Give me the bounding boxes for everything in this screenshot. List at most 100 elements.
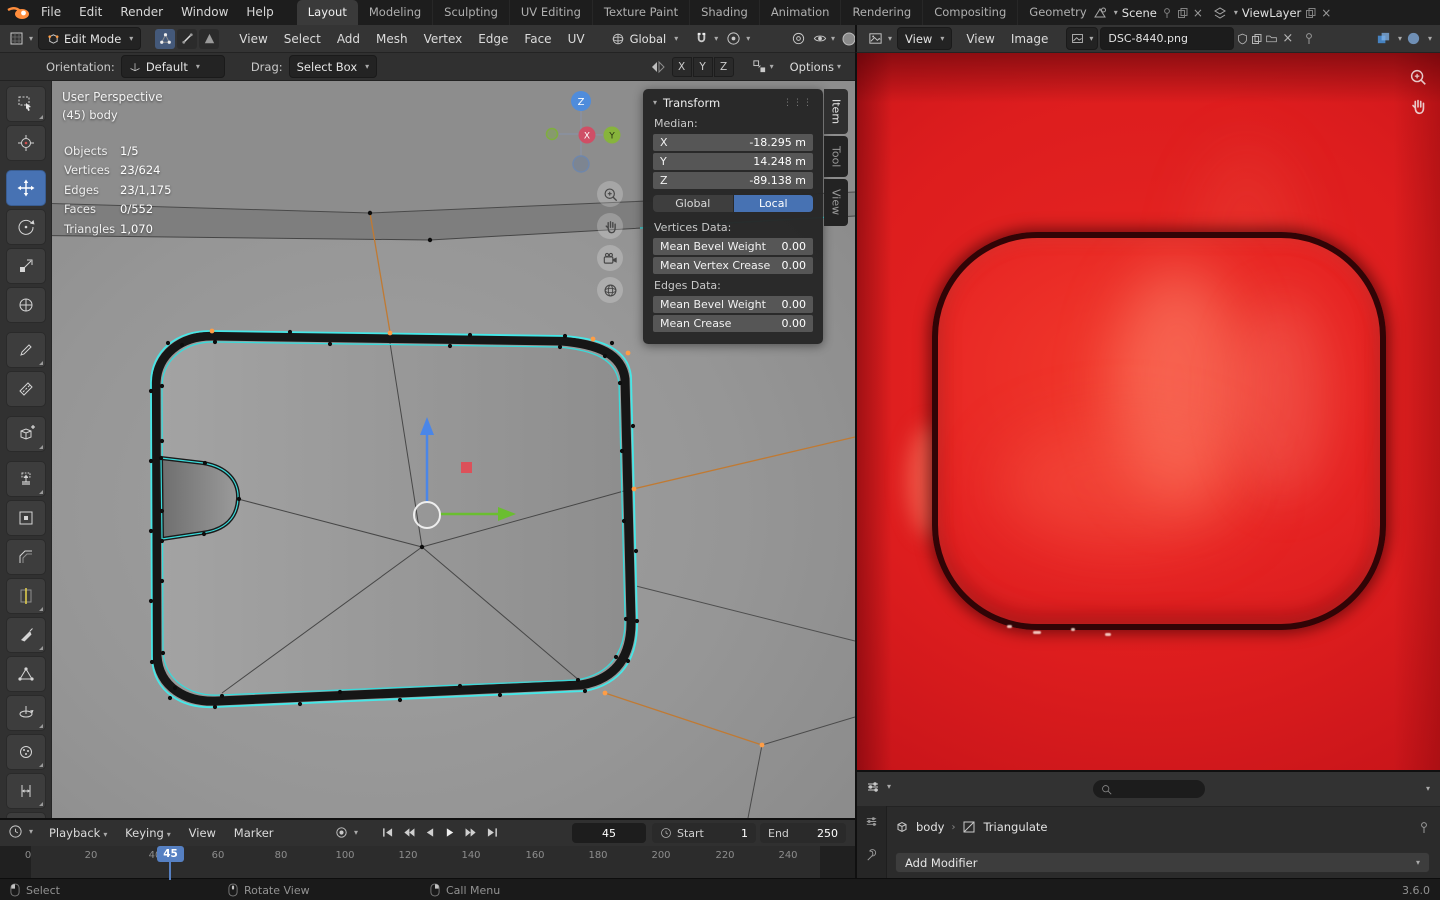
- editor-type-properties[interactable]: ▾: [865, 779, 891, 795]
- perspective-toggle-button[interactable]: [597, 277, 623, 303]
- mirror-z-button[interactable]: Z: [713, 56, 734, 77]
- menu-keying[interactable]: Keying ▾: [118, 820, 178, 846]
- current-frame-field[interactable]: 45: [572, 823, 646, 843]
- tool-edge-slide[interactable]: [5, 773, 46, 809]
- mirror-x-button[interactable]: X: [671, 56, 692, 77]
- menu-help[interactable]: Help: [237, 0, 282, 25]
- mean-bevel-weight-edge-field[interactable]: Mean Bevel Weight 0.00: [653, 296, 813, 313]
- next-keyframe-button[interactable]: [462, 823, 481, 842]
- menu-uv[interactable]: UV: [560, 32, 593, 46]
- auto-key-cluster[interactable]: ▾: [334, 825, 358, 840]
- properties-search[interactable]: [1093, 780, 1205, 798]
- global-space-button[interactable]: Global: [653, 195, 733, 212]
- display-mode-dropdown[interactable]: View ▾: [897, 27, 953, 50]
- play-reverse-button[interactable]: [420, 823, 439, 842]
- fake-user-shield-icon[interactable]: [1236, 32, 1249, 46]
- breadcrumb-modifier[interactable]: Triangulate: [983, 820, 1047, 834]
- workspace-tab-texture-paint[interactable]: Texture Paint: [593, 0, 691, 25]
- jump-to-end-button[interactable]: [483, 823, 502, 842]
- menu-select[interactable]: Select: [276, 32, 329, 46]
- snap-cluster[interactable]: ▾: [694, 31, 718, 46]
- collapse-icon[interactable]: ▾: [653, 99, 657, 107]
- image-browse-button[interactable]: ▾: [1066, 27, 1099, 50]
- menu-playback[interactable]: Playback ▾: [42, 820, 114, 846]
- copy-icon[interactable]: [1177, 7, 1189, 19]
- drag-handle-icon[interactable]: ⋮⋮⋮: [783, 98, 813, 108]
- menu-vertex[interactable]: Vertex: [416, 32, 471, 46]
- tool-cursor[interactable]: [5, 125, 46, 161]
- drag-mode-dropdown[interactable]: Select Box ▾: [288, 55, 378, 78]
- overlays-toggle[interactable]: ▾: [812, 31, 835, 46]
- tool-annotate[interactable]: [5, 332, 46, 368]
- copy-icon[interactable]: [1305, 7, 1317, 19]
- options-dropdown[interactable]: Options ▾: [790, 60, 841, 74]
- tool-poly-build[interactable]: [5, 656, 46, 692]
- image-editor-canvas[interactable]: [855, 53, 1440, 770]
- tool-smooth[interactable]: [5, 734, 46, 770]
- workspace-tab-modeling[interactable]: Modeling: [358, 0, 434, 25]
- tool-measure[interactable]: [5, 371, 46, 407]
- camera-view-button[interactable]: [597, 245, 623, 271]
- breadcrumb-object[interactable]: body: [916, 820, 944, 834]
- pan-hand-icon[interactable]: [1408, 96, 1428, 116]
- tab-view[interactable]: View: [824, 179, 848, 226]
- unlink-image-icon[interactable]: ×: [1280, 31, 1295, 46]
- menu-view[interactable]: View: [182, 820, 223, 846]
- zoom-button[interactable]: [597, 181, 623, 207]
- image-name-field[interactable]: DSC-8440.png: [1100, 27, 1235, 50]
- tool-extrude-region[interactable]: [5, 461, 46, 497]
- snap-base-icon[interactable]: [752, 59, 767, 74]
- copy-icon[interactable]: [1251, 33, 1263, 45]
- gizmos-icon[interactable]: [791, 31, 806, 46]
- jump-to-start-button[interactable]: [378, 823, 397, 842]
- mean-bevel-weight-vertex-field[interactable]: Mean Bevel Weight 0.00: [653, 238, 813, 255]
- tool-add-cube[interactable]: [5, 416, 46, 452]
- orientation-default-dropdown[interactable]: Default ▾: [120, 55, 225, 78]
- proportional-edit-cluster[interactable]: ▾: [726, 31, 750, 46]
- local-space-button[interactable]: Local: [733, 195, 813, 212]
- tool-select-box[interactable]: [5, 86, 46, 122]
- channels-icon[interactable]: [1376, 31, 1391, 46]
- prev-keyframe-button[interactable]: [399, 823, 418, 842]
- scene-selector[interactable]: ▾ Scene ×: [1093, 6, 1203, 20]
- menu-edge[interactable]: Edge: [470, 32, 516, 46]
- menu-mesh[interactable]: Mesh: [368, 32, 416, 46]
- search-input[interactable]: [1117, 781, 1191, 797]
- workspace-tab-sculpting[interactable]: Sculpting: [433, 0, 510, 25]
- viewlayer-selector[interactable]: ▾ ViewLayer ×: [1213, 6, 1331, 20]
- workspace-tab-layout[interactable]: Layout: [296, 0, 358, 25]
- menu-render[interactable]: Render: [111, 0, 172, 25]
- add-modifier-button[interactable]: Add Modifier ▾: [895, 852, 1430, 873]
- menu-view[interactable]: View: [231, 32, 275, 46]
- median-x-field[interactable]: X -18.295 m: [653, 134, 813, 151]
- pan-hand-button[interactable]: [597, 213, 623, 239]
- menu-marker[interactable]: Marker: [227, 820, 281, 846]
- tool-move[interactable]: [5, 170, 46, 206]
- pin-icon[interactable]: [1303, 32, 1315, 45]
- mirror-y-button[interactable]: Y: [692, 56, 713, 77]
- tool-knife[interactable]: [5, 617, 46, 653]
- orientation-dropdown[interactable]: Global ▾: [603, 27, 687, 50]
- tool-rotate[interactable]: [5, 209, 46, 245]
- wrench-tab-icon[interactable]: [864, 847, 879, 862]
- tool-scale[interactable]: [5, 248, 46, 284]
- tab-item[interactable]: Item: [824, 89, 848, 135]
- tool-loop-cut[interactable]: [5, 578, 46, 614]
- tool-inset-faces[interactable]: [5, 500, 46, 536]
- play-button[interactable]: [441, 823, 460, 842]
- menu-face[interactable]: Face: [516, 32, 559, 46]
- tool-tab-icon[interactable]: [864, 814, 879, 829]
- editor-type-timeline[interactable]: ▾: [8, 824, 33, 839]
- mode-dropdown[interactable]: Edit Mode ▾: [38, 27, 142, 50]
- editor-type-3d-icon[interactable]: [6, 29, 26, 49]
- tool-transform[interactable]: [5, 287, 46, 323]
- axis-navigation-gizmo[interactable]: Z X Y: [536, 88, 626, 178]
- menu-file[interactable]: File: [32, 0, 70, 25]
- vertex-select-button[interactable]: [155, 28, 176, 49]
- shading-sphere-icon[interactable]: [841, 31, 855, 47]
- display-sphere-icon[interactable]: [1406, 31, 1421, 46]
- editor-type-image-icon[interactable]: [865, 29, 885, 49]
- playhead[interactable]: 45: [157, 846, 184, 880]
- workspace-tab-geometry-nodes[interactable]: Geometry Nodes: [1018, 0, 1086, 25]
- start-frame-field[interactable]: Start 1: [652, 823, 756, 843]
